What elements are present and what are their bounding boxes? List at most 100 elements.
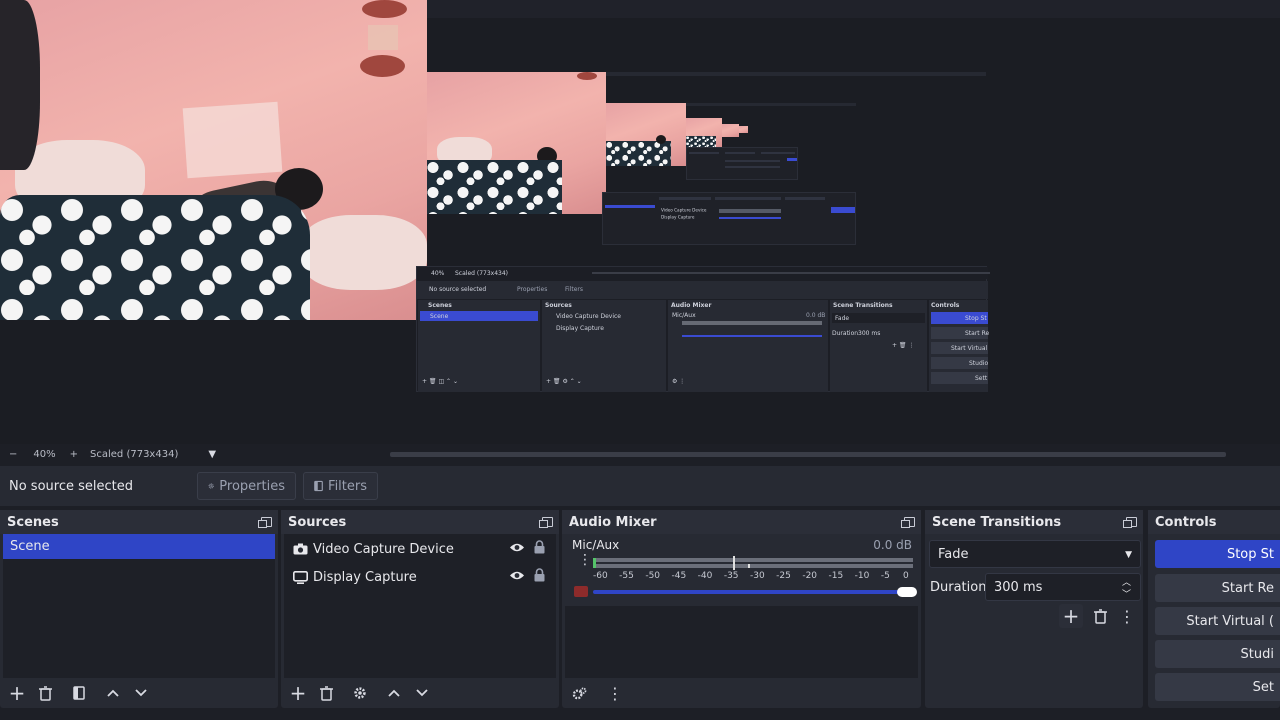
scene-filters-button[interactable]: [67, 681, 91, 705]
stop-streaming-label: Stop St: [1226, 546, 1274, 562]
add-transition-button[interactable]: +: [1059, 604, 1083, 628]
settings-label: Set: [1252, 679, 1274, 695]
trash-icon: [319, 685, 333, 701]
source-status-label: No source selected: [9, 478, 133, 494]
scenes-dock-header: Scenes: [0, 510, 278, 534]
transition-select[interactable]: Fade ▼: [929, 540, 1141, 568]
source-label: Video Capture Device: [313, 541, 454, 557]
meter-scale-tick: -30: [750, 571, 765, 581]
studio-mode-button[interactable]: Studi: [1155, 640, 1280, 668]
mute-speaker-icon[interactable]: [574, 586, 588, 597]
start-virtual-camera-label: Start Virtual (: [1186, 613, 1274, 629]
transitions-title: Scene Transitions: [932, 514, 1062, 530]
lock-icon[interactable]: [534, 540, 545, 558]
add-source-button[interactable]: +: [286, 681, 310, 705]
source-item-display-capture[interactable]: Display Capture: [286, 564, 554, 590]
transition-menu-icon[interactable]: ⋮: [1115, 604, 1139, 628]
status-bar: [0, 710, 1280, 720]
channel-menu-icon[interactable]: ⋮: [578, 553, 592, 567]
obs-window: Video Capture Device Display Capture 40%…: [0, 0, 1280, 720]
start-recording-label: Start Re: [1221, 580, 1274, 596]
settings-button[interactable]: Set: [1155, 673, 1280, 701]
camera-icon: [292, 543, 308, 555]
stop-streaming-button[interactable]: Stop St: [1155, 540, 1280, 568]
filter-icon: [314, 480, 323, 492]
filters-button[interactable]: Filters: [303, 472, 378, 500]
undock-icon[interactable]: [258, 517, 272, 528]
filters-label: Filters: [328, 478, 367, 494]
move-source-up-button[interactable]: [382, 681, 406, 705]
chevron-down-icon: [416, 689, 428, 697]
trash-icon: [1093, 608, 1107, 624]
zoom-in-button[interactable]: +: [70, 449, 78, 460]
meter-scale-tick: -55: [619, 571, 634, 581]
webcam-frame: [0, 0, 427, 320]
source-properties-button[interactable]: [348, 681, 372, 705]
undock-icon[interactable]: [901, 517, 915, 528]
move-scene-down-button[interactable]: [129, 681, 153, 705]
preview-horizontal-scrollbar[interactable]: [390, 452, 1226, 457]
visibility-eye-icon[interactable]: [509, 542, 525, 557]
chevron-up-icon: [388, 689, 400, 697]
chevron-up-icon: [107, 689, 119, 697]
nested-ui-1: 40% Scaled (773x434) No source selected …: [416, 266, 990, 392]
spin-down-icon[interactable]: ﹀: [1122, 587, 1131, 600]
start-virtual-camera-button[interactable]: Start Virtual (: [1155, 607, 1280, 635]
meter-scale-tick: -40: [697, 571, 713, 581]
start-recording-button[interactable]: Start Re: [1155, 574, 1280, 602]
properties-button[interactable]: Properties: [197, 472, 296, 500]
sources-toolbar: +: [281, 678, 559, 708]
transition-selected: Fade: [938, 546, 969, 562]
meter-scale-tick: -50: [645, 571, 661, 581]
trash-icon: [38, 685, 52, 701]
scene-item-label: Scene: [10, 539, 50, 554]
meter-scale-tick: -60: [593, 571, 608, 581]
move-source-down-button[interactable]: [410, 681, 434, 705]
preview-canvas[interactable]: Video Capture Device Display Capture 40%…: [0, 0, 1280, 444]
transitions-header: Scene Transitions: [925, 510, 1143, 534]
audio-mixer-header: Audio Mixer: [562, 510, 921, 534]
chevron-down-icon: ▼: [1125, 550, 1132, 560]
chevron-down-icon: [135, 689, 147, 697]
controls-title: Controls: [1155, 514, 1217, 530]
visibility-eye-icon[interactable]: [509, 570, 525, 585]
sources-dock-header: Sources: [281, 510, 559, 534]
mixer-channel: Mic/Aux 0.0 dB ⋮ -60 -55 -50 -45 -40 -35 -30 -2…: [565, 534, 918, 604]
advanced-audio-button[interactable]: [567, 681, 591, 705]
audio-mixer-title: Audio Mixer: [569, 514, 657, 530]
scenes-toolbar: +: [0, 678, 278, 708]
remove-scene-button[interactable]: [33, 681, 57, 705]
zoom-out-button[interactable]: −: [9, 449, 17, 460]
controls-header: Controls: [1148, 510, 1280, 534]
remove-transition-button[interactable]: [1088, 604, 1112, 628]
meter-scale-tick: -35: [723, 571, 739, 581]
meter-scale-tick: 0: [903, 571, 909, 581]
mixer-menu-icon[interactable]: ⋮: [603, 681, 627, 705]
scale-mode-dropdown-icon[interactable]: ▼: [208, 449, 216, 460]
duration-input[interactable]: 300 ms ︿ ﹀: [985, 573, 1141, 601]
nested-preview-1-cam: [427, 72, 606, 214]
nested-ui-3: [686, 147, 798, 180]
gears-icon: [572, 687, 586, 699]
source-item-video-capture[interactable]: Video Capture Device: [286, 536, 554, 562]
remove-source-button[interactable]: [314, 681, 338, 705]
volume-slider[interactable]: [593, 587, 917, 597]
gear-icon: [208, 483, 214, 489]
filter-icon: [73, 686, 85, 700]
scene-list-item[interactable]: Scene: [3, 534, 275, 559]
nested-ui-2: Video Capture Device Display Capture: [602, 192, 856, 245]
move-scene-up-button[interactable]: [101, 681, 125, 705]
undock-icon[interactable]: [1123, 517, 1137, 528]
lock-icon[interactable]: [534, 568, 545, 586]
meter-scale-tick: -15: [828, 571, 844, 581]
add-scene-button[interactable]: +: [5, 681, 29, 705]
nested-preview-4-cam: [722, 124, 739, 137]
meter-scale-tick: -20: [802, 571, 818, 581]
nested-preview-3-cam: [686, 118, 722, 147]
volume-slider-handle[interactable]: [897, 587, 917, 597]
properties-bar: No source selected: [0, 466, 1280, 506]
gear-icon: [354, 687, 366, 699]
undock-icon[interactable]: [539, 517, 553, 528]
studio-mode-label: Studi: [1240, 646, 1274, 662]
meter-scale-tick: -5: [880, 571, 890, 581]
